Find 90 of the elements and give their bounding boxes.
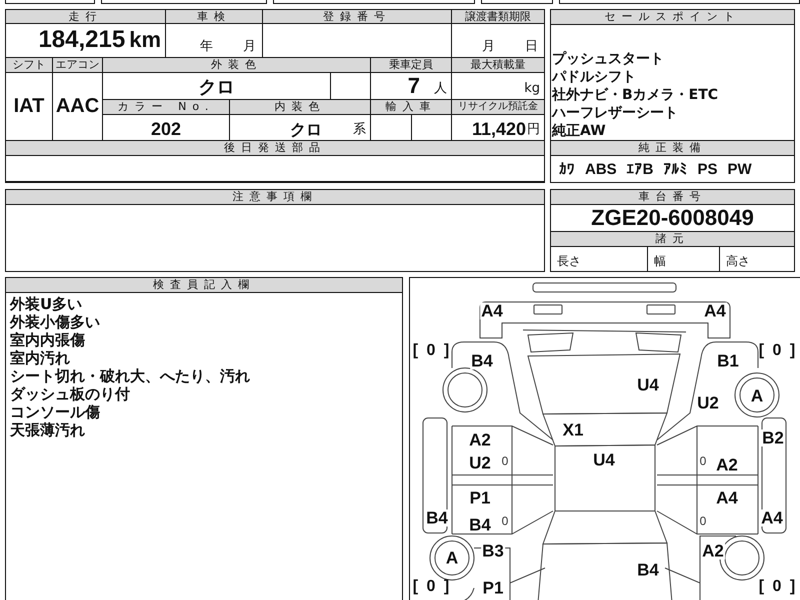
sales-point-text: プッシュスタート xyxy=(552,50,665,68)
section-header: 純正装備 xyxy=(551,140,794,155)
sales-point-text: 純正AW xyxy=(552,122,607,140)
damage-code: A4 xyxy=(715,490,739,506)
shift-value: IAT xyxy=(14,96,44,116)
unit-label: kg xyxy=(524,81,540,97)
damage-code: B4 xyxy=(425,510,449,526)
damage-code: 0 xyxy=(500,515,510,527)
table-header: 後日発送部品 xyxy=(6,141,544,155)
equipment-text: PS xyxy=(698,160,718,178)
sales-point-text: 社外ナビ・Bカメラ・ETC xyxy=(552,86,720,104)
damage-code: P1 xyxy=(482,580,504,596)
spec-label: 高さ xyxy=(725,253,751,270)
mileage-value: 184,215 xyxy=(38,28,126,52)
equipment-text: ABS xyxy=(585,160,617,178)
inspector-note-text: シート切れ・破れ大、へたり、汚れ xyxy=(10,367,251,385)
unit-label: 円 xyxy=(527,122,540,138)
section-header: セールスポイント xyxy=(551,10,794,25)
table-header: シフト xyxy=(6,58,52,72)
table-header: 譲渡書類期限 xyxy=(452,10,544,23)
section-header: 検査員記入欄 xyxy=(6,278,402,293)
sales-point-text: ハーフレザーシート xyxy=(552,104,679,122)
damage-code: [ 0 ] xyxy=(412,343,450,359)
table-header: リサイクル預託金 xyxy=(452,100,544,114)
damage-code: A xyxy=(750,388,764,404)
damage-code: A2 xyxy=(715,456,739,474)
damage-code: A4 xyxy=(703,302,727,320)
table-header: 輸入車 xyxy=(371,100,451,114)
section-header: 注意事項欄 xyxy=(6,190,544,205)
damage-code: B1 xyxy=(716,352,740,370)
unit-label: 月 xyxy=(482,39,495,55)
equipment-text: ｴｱB xyxy=(626,160,654,178)
damage-code: [ 0 ] xyxy=(758,343,796,359)
table-header: エアコン xyxy=(53,58,102,72)
color-number-value: 202 xyxy=(150,120,182,138)
damage-code: 0 xyxy=(698,515,708,527)
damage-code: P1 xyxy=(468,490,492,506)
inspector-note-text: コンソール傷 xyxy=(10,403,101,421)
unit-label: 年 xyxy=(200,39,213,55)
damage-code: U4 xyxy=(636,376,660,394)
damage-code: [ 0 ] xyxy=(412,579,450,595)
table-header: 登録番号 xyxy=(263,10,451,23)
damage-code: U4 xyxy=(592,452,616,468)
recycle-fee-value: 11,420 xyxy=(472,120,526,138)
inspector-note-text: 室内汚れ xyxy=(10,349,71,367)
damage-code: B4 xyxy=(636,562,660,578)
spec-label: 幅 xyxy=(648,247,720,271)
equipment-text: PW xyxy=(728,160,752,178)
inspector-note-text: 室内内張傷 xyxy=(10,331,86,349)
exterior-color-value: クロ xyxy=(198,79,234,97)
damage-code: A4 xyxy=(480,302,504,320)
damage-code: B3 xyxy=(481,542,505,560)
aircon-value: AAC xyxy=(56,96,100,116)
damage-code: A2 xyxy=(468,432,492,448)
capacity-value: 7 xyxy=(408,75,420,97)
damage-code: U2 xyxy=(696,394,720,412)
damage-code: 0 xyxy=(500,455,510,467)
table-header: 外装色 xyxy=(103,58,370,72)
interior-color-value: クロ xyxy=(290,122,322,138)
unit-label: km xyxy=(129,28,161,50)
table-header: 走行 xyxy=(6,10,165,23)
table-header: 車検 xyxy=(166,10,262,23)
table-header: 最大積載量 xyxy=(452,58,544,72)
damage-code: 0 xyxy=(698,455,708,467)
section-header: 諸元 xyxy=(551,232,794,246)
damage-code: B4 xyxy=(468,516,492,534)
unit-label: 人 xyxy=(434,81,447,97)
unit-label: 系 xyxy=(353,122,366,138)
damage-code: B4 xyxy=(470,352,494,370)
inspector-note-text: 天張薄汚れ xyxy=(10,421,86,439)
unit-label: 月 xyxy=(243,39,256,55)
table-header: カラー No. xyxy=(103,100,229,114)
damage-code: A4 xyxy=(760,510,784,526)
unit-label: 日 xyxy=(525,39,538,55)
table-header: 内装色 xyxy=(230,100,370,114)
spec-label: 長さ xyxy=(551,247,648,271)
damage-code: B2 xyxy=(761,430,785,446)
sales-point-text: パドルシフト xyxy=(552,68,637,86)
damage-code: [ 0 ] xyxy=(758,579,796,595)
table-header: 乗車定員 xyxy=(371,58,451,72)
inspector-note-text: 外装小傷多い xyxy=(10,313,101,331)
inspector-note-text: ダッシュ板のり付 xyxy=(10,385,131,403)
damage-code: A xyxy=(444,550,460,566)
damage-code: X1 xyxy=(562,422,584,438)
equipment-text: ｱﾙﾐ xyxy=(664,160,688,178)
section-header: 車台番号 xyxy=(551,190,794,205)
damage-code: A2 xyxy=(701,542,725,560)
inspector-note-text: 外装U多い xyxy=(10,295,84,313)
damage-code: U2 xyxy=(468,454,492,472)
equipment-text: ｶﾜ xyxy=(559,160,575,178)
